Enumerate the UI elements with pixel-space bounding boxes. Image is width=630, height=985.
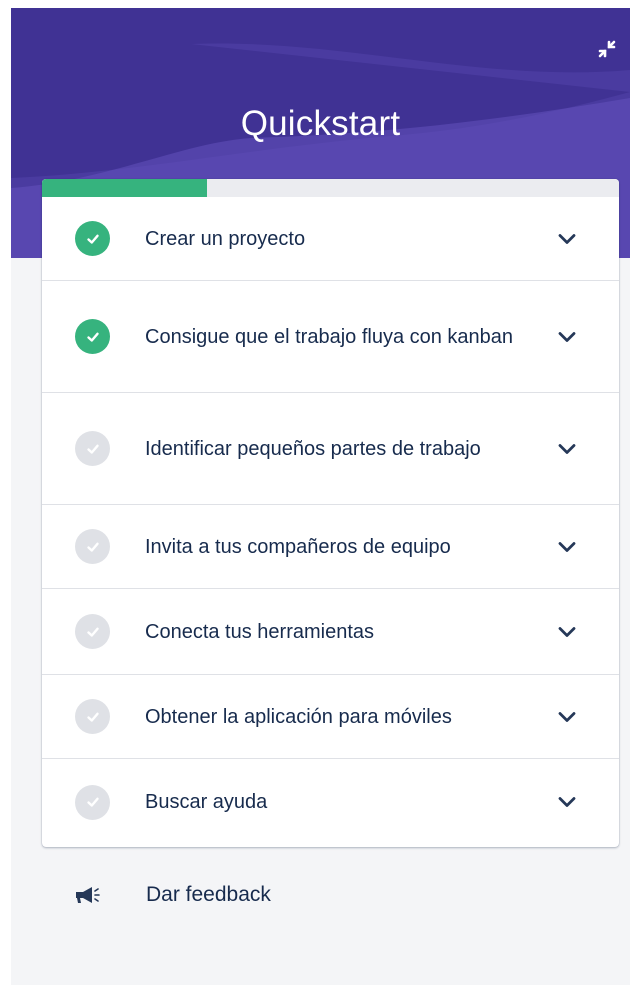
quickstart-panel: Quickstart Crear un proyecto Consigue que…	[11, 8, 630, 985]
page-title: Quickstart	[240, 104, 401, 143]
chevron-down-icon[interactable]	[553, 435, 581, 463]
check-icon	[75, 784, 110, 820]
checklist-item-label: Identificar pequeños partes de trabajo	[145, 437, 481, 460]
checklist-item[interactable]: Buscar ayuda	[42, 759, 619, 845]
collapse-button[interactable]	[592, 34, 622, 64]
megaphone-icon	[74, 883, 108, 907]
chevron-down-icon[interactable]	[553, 703, 581, 731]
checklist-item[interactable]: Conecta tus herramientas	[42, 589, 619, 675]
chevron-down-icon[interactable]	[553, 323, 581, 351]
feedback-label: Dar feedback	[146, 883, 271, 906]
checklist-item[interactable]: Identificar pequeños partes de trabajo	[42, 393, 619, 505]
check-icon	[75, 319, 110, 354]
checklist-item-label: Buscar ayuda	[145, 791, 268, 813]
check-icon	[75, 614, 110, 649]
feedback-button[interactable]: Dar feedback	[74, 875, 271, 915]
collapse-icon	[598, 40, 616, 58]
checklist-item[interactable]: Crear un proyecto	[42, 197, 619, 281]
checklist-item-label: Invita a tus compañeros de equipo	[145, 535, 451, 558]
checklist-item-label: Crear un proyecto	[145, 227, 306, 250]
checklist-item-label: Conecta tus herramientas	[145, 620, 375, 643]
checklist: Crear un proyecto Consigue que el trabajo…	[42, 197, 619, 845]
chevron-down-icon[interactable]	[553, 225, 581, 253]
progress-bar-fill	[42, 179, 207, 197]
checklist-card: Crear un proyecto Consigue que el trabajo…	[42, 179, 619, 847]
checklist-item-label: Obtener la aplicación para móviles	[145, 705, 452, 728]
progress-bar	[42, 179, 619, 197]
check-icon	[75, 699, 110, 734]
checklist-item[interactable]: Obtener la aplicación para móviles	[42, 675, 619, 759]
check-icon	[75, 431, 110, 466]
chevron-down-icon[interactable]	[553, 618, 581, 646]
checklist-item[interactable]: Consigue que el trabajo fluya con kanban	[42, 281, 619, 393]
check-icon	[75, 221, 110, 256]
check-icon	[75, 529, 110, 564]
checklist-item-label: Consigue que el trabajo fluya con kanban	[145, 325, 514, 348]
chevron-down-icon[interactable]	[553, 533, 581, 561]
chevron-down-icon[interactable]	[553, 788, 581, 816]
checklist-item[interactable]: Invita a tus compañeros de equipo	[42, 505, 619, 589]
